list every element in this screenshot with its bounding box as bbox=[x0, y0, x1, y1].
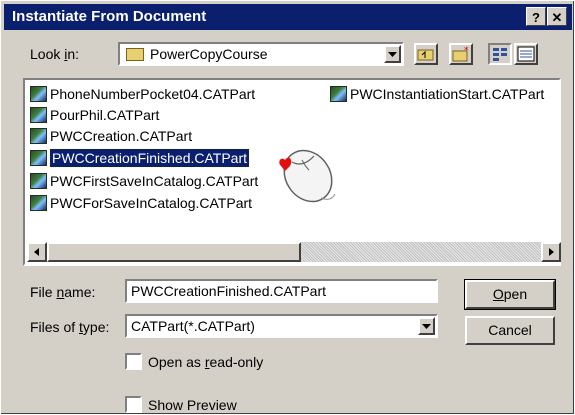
svg-text:*: * bbox=[464, 46, 469, 56]
show-preview-checkbox[interactable] bbox=[125, 396, 142, 413]
catpart-icon bbox=[30, 107, 47, 123]
details-view-button[interactable] bbox=[514, 43, 538, 65]
up-one-level-button[interactable] bbox=[414, 43, 438, 65]
lookin-label: Look in: bbox=[30, 46, 80, 62]
close-button[interactable]: ✕ bbox=[547, 7, 567, 26]
filename-input[interactable]: PWCCreationFinished.CATPart bbox=[125, 279, 438, 303]
show-preview-label: Show Preview bbox=[148, 397, 237, 413]
filetype-label: Files of type: bbox=[30, 319, 110, 335]
scroll-left-button[interactable] bbox=[27, 242, 47, 262]
file-list[interactable]: PhoneNumberPocket04.CATPart PourPhil.CAT… bbox=[23, 78, 561, 266]
chevron-down-icon bbox=[422, 324, 431, 329]
window-title: Instantiate From Document bbox=[12, 8, 207, 25]
catpart-icon bbox=[30, 173, 47, 189]
new-folder-button[interactable]: * bbox=[449, 43, 473, 65]
list-view-button[interactable] bbox=[488, 43, 512, 65]
catpart-icon bbox=[30, 195, 47, 211]
readonly-checkbox[interactable] bbox=[125, 353, 142, 370]
scroll-thumb[interactable] bbox=[47, 242, 301, 262]
readonly-label: Open as read-only bbox=[148, 354, 264, 370]
scroll-right-button[interactable] bbox=[541, 242, 561, 262]
details-view-icon bbox=[517, 46, 535, 62]
folder-icon bbox=[126, 48, 144, 61]
lookin-dropdown-button[interactable] bbox=[384, 45, 401, 63]
filetype-dropdown-button[interactable] bbox=[418, 317, 435, 335]
list-view-icon bbox=[493, 48, 507, 61]
arrow-left-icon bbox=[34, 248, 39, 256]
catpart-icon bbox=[30, 86, 47, 102]
help-button[interactable]: ? bbox=[526, 7, 546, 26]
lookin-value: PowerCopyCourse bbox=[150, 46, 268, 62]
filetype-combo[interactable]: CATPart(*.CATPart) bbox=[125, 314, 438, 338]
horizontal-scrollbar[interactable] bbox=[27, 242, 561, 262]
mouse-click-icon bbox=[279, 149, 336, 203]
chevron-down-icon bbox=[388, 52, 397, 57]
filename-label: File name: bbox=[30, 284, 96, 300]
folder-up-icon bbox=[417, 49, 434, 61]
catpart-icon bbox=[330, 86, 347, 102]
new-folder-icon: * bbox=[452, 46, 469, 62]
arrow-right-icon bbox=[549, 248, 554, 256]
title-bar[interactable]: Instantiate From Document ? ✕ bbox=[4, 4, 572, 30]
catpart-icon bbox=[30, 150, 47, 166]
catpart-icon bbox=[30, 128, 47, 144]
open-button[interactable]: Open bbox=[464, 279, 556, 310]
cancel-button[interactable]: Cancel bbox=[465, 316, 555, 345]
lookin-combo[interactable]: PowerCopyCourse bbox=[118, 42, 404, 66]
instantiate-dialog: Instantiate From Document ? ✕ Look in: P… bbox=[0, 0, 575, 415]
